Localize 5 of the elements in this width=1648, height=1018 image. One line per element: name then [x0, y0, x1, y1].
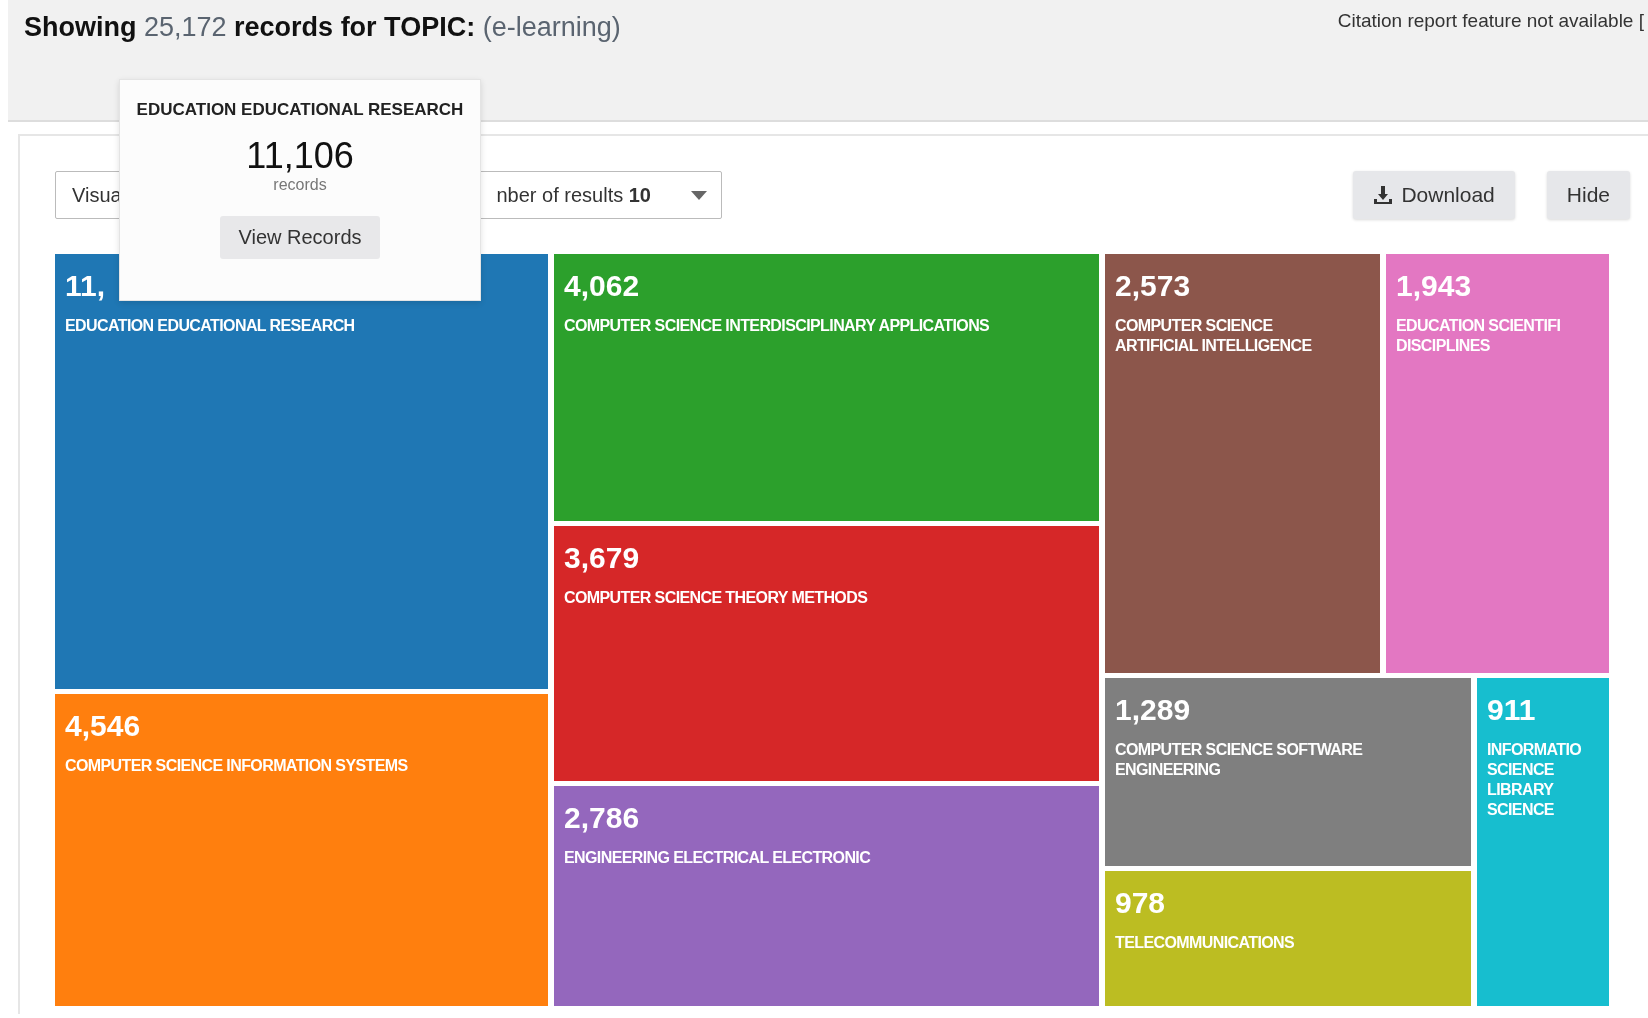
results-heading: Showing 25,172 records for TOPIC: (e-learning)	[24, 12, 621, 43]
tooltip-title: EDUCATION EDUCATIONAL RESEARCH	[136, 100, 464, 120]
citation-notice: Citation report feature not available [	[1337, 10, 1644, 32]
tooltip-count: 11,106	[246, 136, 354, 176]
tooltip-unit: records	[273, 176, 327, 194]
